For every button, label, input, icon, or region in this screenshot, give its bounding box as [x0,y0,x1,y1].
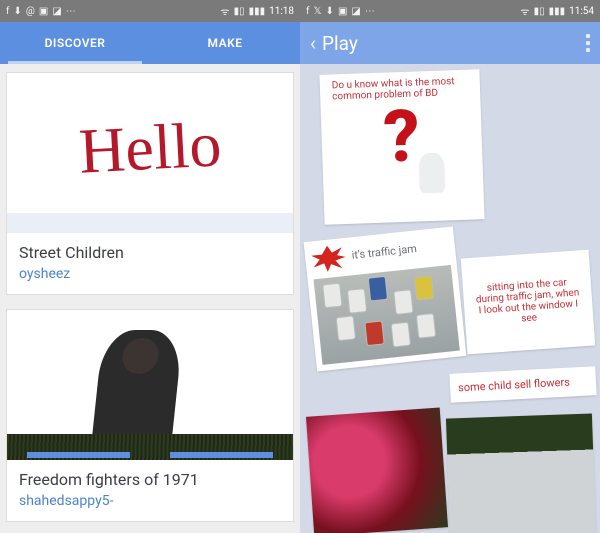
wifi-icon: ᯤ [520,4,529,18]
story-thumbnail: Hello [7,73,293,223]
facebook-icon: f [306,6,309,17]
overflow-menu-button[interactable] [586,34,590,52]
at-icon: @ [26,6,35,17]
app-icon: ▣ [39,6,48,17]
story-card[interactable]: Hello Street Children oysheez [6,72,294,295]
play-canvas[interactable]: Do u know what is the most common proble… [300,64,600,533]
slide[interactable] [446,413,596,533]
status-bar: f 𝕏 ⬇ ▣ ◪ ⋯ ᯤ ▮▯ ▮▮▮ 11:54 [300,0,600,22]
feed-scroller[interactable]: Hello Street Children oysheez Freedom fi… [0,64,300,533]
tab-bar: DISCOVER MAKE [0,22,300,64]
left-screenshot: f ⬇ @ ▣ ◪ ⋯ ᯤ ▮▯ ▮▮▮ 11:18 DISCOVER MAKE… [0,0,300,533]
signal-icon: ▮▯ [234,6,245,17]
status-bar: f ⬇ @ ▣ ◪ ⋯ ᯤ ▮▯ ▮▮▮ 11:18 [0,0,300,22]
page-title: Play [322,32,586,55]
tab-make[interactable]: MAKE [150,22,300,64]
question-mark-icon: ? [365,107,440,199]
more-icon: ⋯ [365,6,375,17]
slide[interactable] [306,407,448,533]
slide-text: some child sell flowers [458,376,570,395]
action-bar: ‹ Play [300,22,600,64]
slide[interactable]: some child sell flowers [449,366,596,403]
tab-discover[interactable]: DISCOVER [0,22,150,64]
slide[interactable]: Do u know what is the most common proble… [319,69,484,224]
facebook-icon: f [6,6,9,17]
signal-icon: ▮▯ [534,6,545,17]
twitter-icon: 𝕏 [313,6,321,17]
crop-icon: ◪ [351,6,360,17]
story-title: Freedom fighters of 1971 [19,470,281,489]
crop-icon: ◪ [52,6,61,17]
slide-text: it's traffic jam [351,242,417,262]
story-title: Street Children [19,243,281,262]
traffic-image [314,265,460,365]
wifi-icon: ᯤ [220,4,229,18]
battery-icon: ▮▮▮ [549,6,566,17]
story-card[interactable]: Freedom fighters of 1971 shahedsappy5- [6,309,294,522]
burst-icon [310,244,347,273]
slide[interactable]: sitting into the car during traffic jam,… [461,250,595,355]
download-icon: ⬇ [326,6,334,17]
clock: 11:18 [269,6,294,17]
right-screenshot: f 𝕏 ⬇ ▣ ◪ ⋯ ᯤ ▮▯ ▮▮▮ 11:54 ‹ Play Do u k… [300,0,600,533]
story-author[interactable]: oysheez [19,266,281,282]
story-author[interactable]: shahedsappy5- [19,493,281,509]
app-icon: ▣ [338,6,347,17]
battery-icon: ▮▮▮ [249,6,266,17]
back-button[interactable]: ‹ [310,31,316,55]
story-thumbnail [7,310,293,460]
slide[interactable]: it's traffic jam [304,227,467,372]
hello-logo: Hello [77,107,223,188]
more-icon: ⋯ [66,6,76,17]
clock: 11:54 [569,6,594,17]
download-icon: ⬇ [13,6,21,17]
slide-text: sitting into the car during traffic jam,… [468,272,587,332]
